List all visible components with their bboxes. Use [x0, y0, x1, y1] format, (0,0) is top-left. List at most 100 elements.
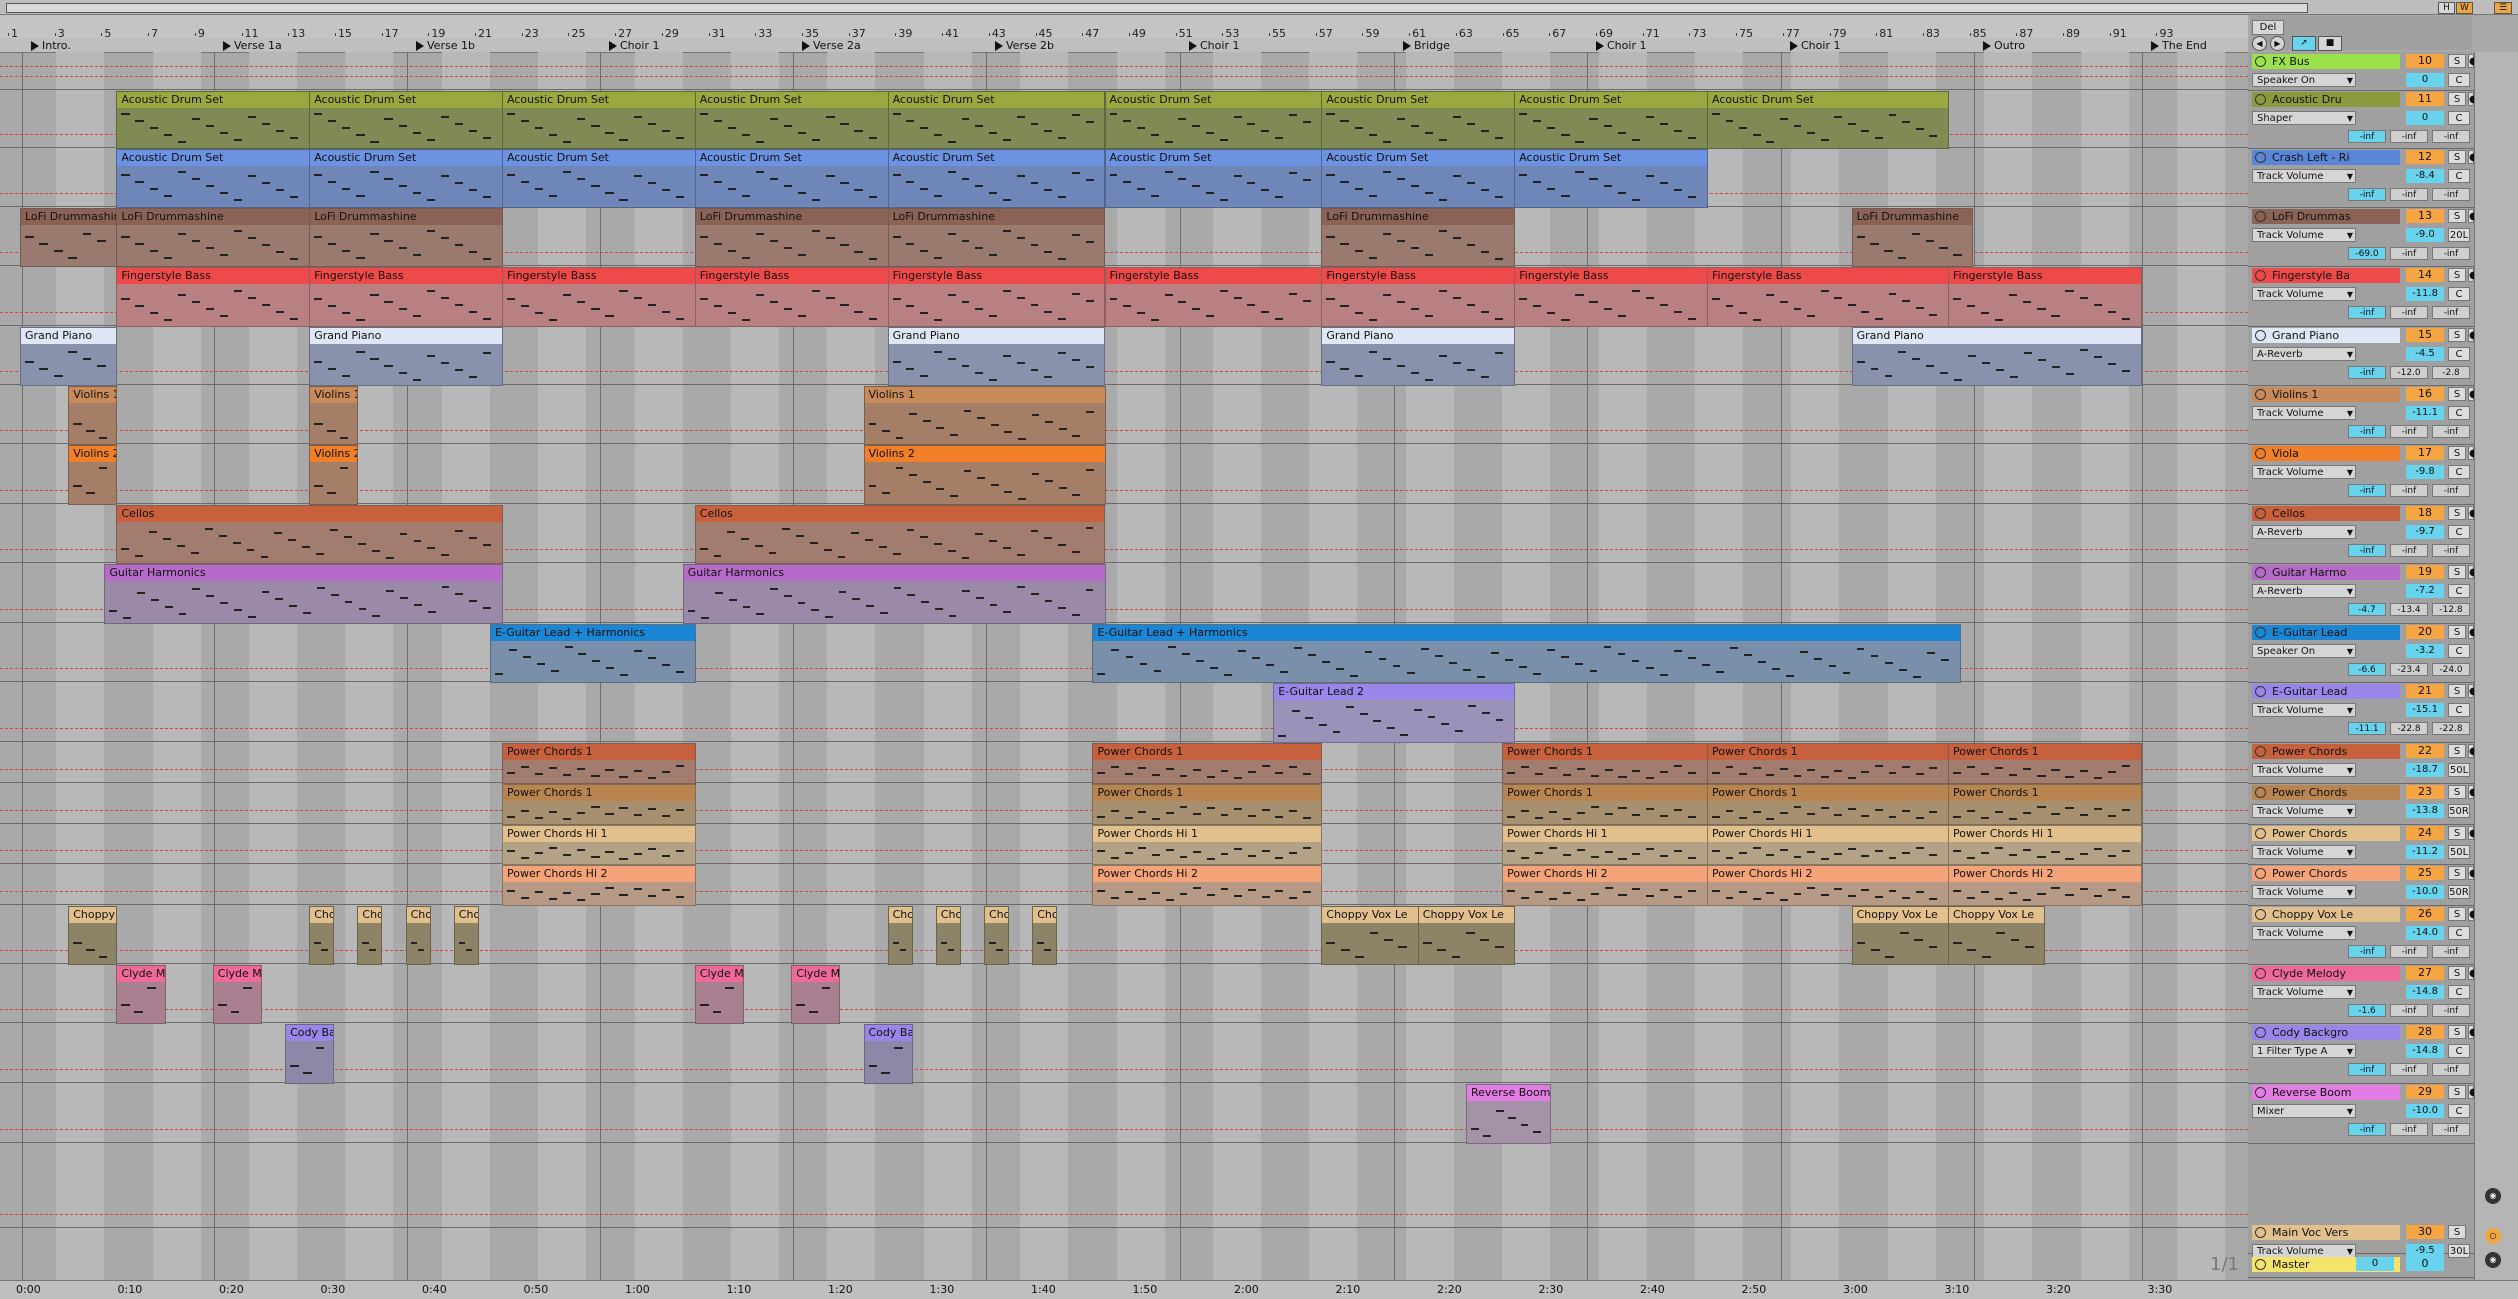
arrangement-clip[interactable]: E-Guitar Lead + Harmonics — [489, 624, 696, 683]
track-header[interactable]: Acoustic Dru11S●Shaper0C-inf-inf-inf — [2248, 90, 2478, 149]
arrangement-clip[interactable]: LoFi Drummashine — [887, 208, 1106, 267]
device-chooser[interactable]: Track Volume — [2252, 406, 2356, 420]
arrangement-clip[interactable]: Power Chords 1 — [1707, 784, 1949, 825]
track-name[interactable]: Power Chords — [2252, 785, 2400, 800]
arrangement-clip[interactable]: Power Chords 1 — [1948, 743, 2142, 784]
track-activator[interactable]: 20 — [2406, 625, 2444, 639]
fold-icon[interactable] — [2255, 746, 2266, 757]
arrangement-clip[interactable]: Power Chords Hi 1 — [1707, 825, 1949, 865]
locator-ruler[interactable]: Intro. Verse 1a Verse 1b Choir 1 Verse 2a Ver… — [0, 38, 2248, 53]
track-header[interactable]: E-Guitar Lead21S●Track Volume-15.1C-11.1… — [2248, 682, 2478, 743]
track-header[interactable]: Power Chords23S●Track Volume-13.850R — [2248, 783, 2478, 825]
solo-button[interactable]: S — [2448, 826, 2466, 840]
pan-field[interactable]: C — [2448, 465, 2470, 479]
track-name[interactable]: Acoustic Dru — [2252, 92, 2400, 107]
pan-field[interactable]: C — [2448, 926, 2470, 940]
volume-field[interactable]: -14.0 — [2406, 926, 2444, 940]
solo-button[interactable]: S — [2448, 785, 2466, 799]
device-chooser[interactable]: Track Volume — [2252, 926, 2356, 940]
track-activator[interactable]: 10 — [2406, 54, 2444, 68]
solo-button[interactable]: S — [2448, 150, 2466, 164]
track-header[interactable]: Power Chords24S●Track Volume-11.250L — [2248, 824, 2478, 865]
track-header[interactable]: Main Voc Vers30STrack Volume-9.530L — [2248, 1223, 2474, 1258]
arrangement-clip[interactable]: Grand Piano — [887, 327, 1106, 386]
locator-marker[interactable]: The End — [2150, 40, 2207, 52]
pan-field[interactable]: C — [2448, 169, 2470, 183]
track-activator[interactable]: 0 — [2406, 1257, 2444, 1271]
arrangement-clip[interactable]: Choppy Vox Le — [887, 906, 913, 965]
arrangement-clip[interactable]: Power Chords Hi 2 — [502, 865, 696, 906]
fold-icon[interactable] — [2255, 686, 2266, 697]
track-name[interactable]: Violins 1 — [2252, 387, 2400, 402]
device-chooser[interactable]: 1 Filter Type A — [2252, 1044, 2356, 1058]
arrangement-clip[interactable]: Acoustic Drum Set — [309, 149, 503, 208]
arrangement-clip[interactable]: Acoustic Drum Set — [309, 91, 503, 149]
volume-field[interactable]: -18.7 — [2406, 763, 2444, 777]
arrangement-clip[interactable]: Power Chords 1 — [1092, 743, 1323, 784]
pan-field[interactable]: C — [2448, 73, 2470, 87]
arrangement-clip[interactable]: Choppy Vox Le — [935, 906, 961, 965]
device-chooser[interactable]: Mixer — [2252, 1104, 2356, 1118]
track-header[interactable]: Viola17S●Track Volume-9.8C-inf-inf-inf — [2248, 444, 2478, 505]
arrangement-clip[interactable]: LoFi Drummashine — [309, 208, 503, 267]
fold-icon[interactable] — [2255, 567, 2266, 578]
pan-field[interactable]: C — [2448, 703, 2470, 717]
fold-icon[interactable] — [2255, 868, 2266, 879]
arrangement-clip[interactable]: Acoustic Drum Set — [502, 91, 696, 149]
volume-field[interactable]: 0 — [2406, 111, 2444, 125]
solo-button[interactable]: S — [2448, 744, 2466, 758]
fold-icon[interactable] — [2255, 152, 2266, 163]
device-chooser[interactable]: Speaker On — [2252, 73, 2356, 87]
locator-marker[interactable]: Outro — [1982, 40, 2025, 52]
arrangement-clip[interactable]: Power Chords 1 — [1948, 784, 2142, 825]
pan-field[interactable]: C — [2448, 287, 2470, 301]
pan-field[interactable]: C — [2448, 644, 2470, 658]
arrangement-clip[interactable]: Acoustic Drum Set — [1514, 91, 1708, 149]
volume-field[interactable]: -9.7 — [2406, 525, 2444, 539]
arrangement-clip[interactable]: Guitar Harmonics — [104, 564, 503, 624]
track-activator[interactable]: 27 — [2406, 966, 2444, 980]
arrangement-clip[interactable]: Reverse Boom — [1466, 1084, 1552, 1144]
overview-scroll-area[interactable] — [6, 3, 2308, 13]
track-activator[interactable]: 19 — [2406, 565, 2444, 579]
locator-marker[interactable]: Verse 2a — [801, 40, 861, 52]
fold-icon[interactable] — [2255, 828, 2266, 839]
arrangement-clip[interactable]: Power Chords Hi 2 — [1707, 865, 1949, 906]
arrangement-clip[interactable]: Fingerstyle Bass — [1707, 267, 1949, 327]
track-name[interactable]: Power Chords — [2252, 826, 2400, 841]
arrangement-clip[interactable]: LoFi Drummashine — [1851, 208, 1974, 267]
track-activator[interactable]: 26 — [2406, 907, 2444, 921]
solo-button[interactable]: S — [2448, 565, 2466, 579]
device-chooser[interactable]: Track Volume — [2252, 985, 2356, 999]
fold-icon[interactable] — [2255, 787, 2266, 798]
arrangement-clip[interactable]: Violins 2 — [68, 445, 118, 505]
pan-field[interactable]: C — [2448, 525, 2470, 539]
arrangement-clip[interactable]: Power Chords Hi 2 — [1948, 865, 2142, 906]
volume-field[interactable]: -13.8 — [2406, 804, 2444, 818]
track-name[interactable]: Reverse Boom — [2252, 1085, 2400, 1100]
pan-field[interactable]: C — [2448, 1044, 2470, 1058]
arrangement-clip[interactable]: E-Guitar Lead + Harmonics — [1092, 624, 1962, 683]
arrangement-clip[interactable]: Choppy Vox Le — [405, 906, 431, 965]
locator-marker[interactable]: Choir 1 — [1789, 40, 1840, 52]
solo-button[interactable]: S — [2448, 387, 2466, 401]
arrangement-clip[interactable]: Acoustic Drum Set — [116, 149, 311, 208]
overview-strip[interactable]: H W ☰ — [0, 0, 2518, 15]
arrangement-clip[interactable]: Power Chords Hi 2 — [1502, 865, 1708, 906]
volume-field[interactable]: -4.5 — [2406, 347, 2444, 361]
arrangement-clip[interactable]: Choppy Vox Le — [1321, 906, 1419, 965]
pan-field[interactable]: 50L — [2448, 845, 2470, 859]
track-header[interactable]: FX Bus10S●Speaker On0C — [2248, 52, 2478, 91]
track-header[interactable]: E-Guitar Lead20S●Speaker On-3.2C-6.6-23.… — [2248, 623, 2478, 683]
fold-icon[interactable] — [2255, 909, 2266, 920]
arrangement-clip[interactable]: Fingerstyle Bass — [1321, 267, 1516, 327]
locator-marker[interactable]: Bridge — [1402, 40, 1450, 52]
arrangement-clip[interactable]: Acoustic Drum Set — [1514, 149, 1708, 208]
track-activator[interactable]: 16 — [2406, 387, 2444, 401]
track-name[interactable]: Viola — [2252, 446, 2400, 461]
fold-icon[interactable] — [2255, 1259, 2266, 1270]
arrangement-clip[interactable]: Fingerstyle Bass — [1104, 267, 1323, 327]
pan-field[interactable]: C — [2448, 406, 2470, 420]
fold-icon[interactable] — [2255, 968, 2266, 979]
arrangement-clip[interactable]: Grand Piano — [1321, 327, 1516, 386]
